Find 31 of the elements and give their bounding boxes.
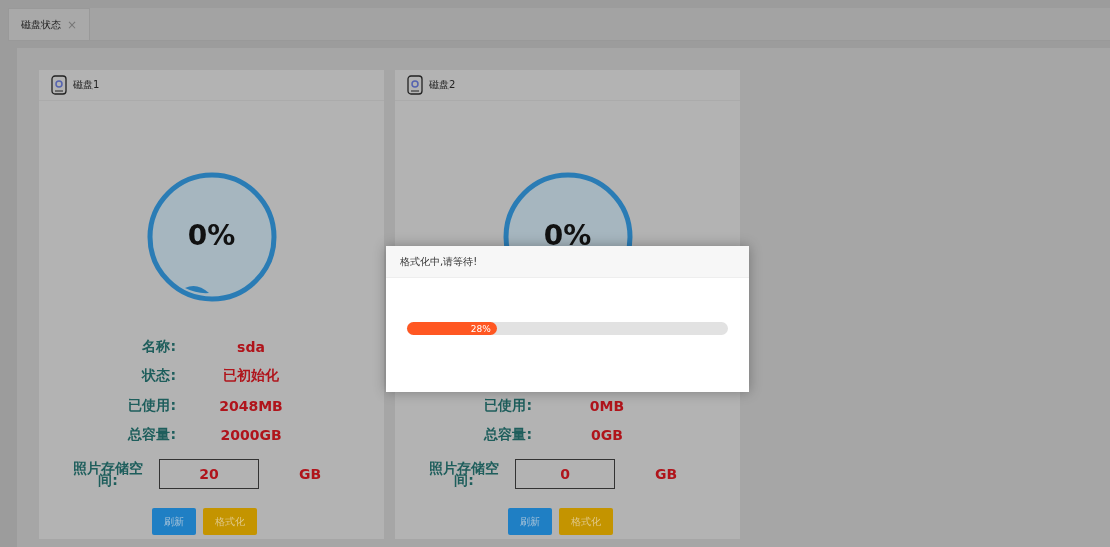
storage-input[interactable]: 0 (515, 459, 615, 489)
card-title: 磁盘1 (73, 78, 100, 92)
refresh-button[interactable]: 刷新 (507, 508, 552, 535)
progress-text: 28% (470, 323, 491, 334)
format-button[interactable]: 格式化 (558, 508, 613, 535)
refresh-button[interactable]: 刷新 (151, 508, 196, 535)
dialog-title: 格式化中,请等待! (400, 254, 478, 269)
field-label: 总容量: (126, 426, 176, 445)
field-value: 2048MB (218, 397, 284, 414)
field-label: 已使用: (483, 396, 532, 415)
tab[interactable]: 磁盘状态 × (8, 8, 91, 40)
card-title: 磁盘2 (429, 78, 456, 92)
usage-percent: 0% (543, 218, 592, 252)
format-button[interactable]: 格式化 (202, 508, 257, 535)
field-value: 已初始化 (222, 367, 280, 386)
field-label: 已使用: (127, 396, 176, 415)
unit-label: GB (299, 466, 322, 482)
field-label: 总容量: (482, 426, 532, 445)
field-value: 2000GB (219, 427, 283, 444)
unit-label: GB (655, 466, 678, 482)
close-icon[interactable]: × (67, 17, 78, 32)
field-label: 状态: (140, 367, 176, 386)
field-label: 照片存储空间: (428, 462, 500, 486)
storage-input[interactable]: 20 (159, 459, 259, 489)
field-label: 照片存储空间: (72, 462, 144, 486)
field-value: 0GB (590, 427, 624, 444)
field-value: sda (236, 338, 266, 355)
field-label: 名称: (141, 337, 176, 356)
wave-shape (184, 285, 209, 294)
usage-percent: 0% (187, 218, 236, 252)
field-value: 0MB (588, 397, 626, 414)
